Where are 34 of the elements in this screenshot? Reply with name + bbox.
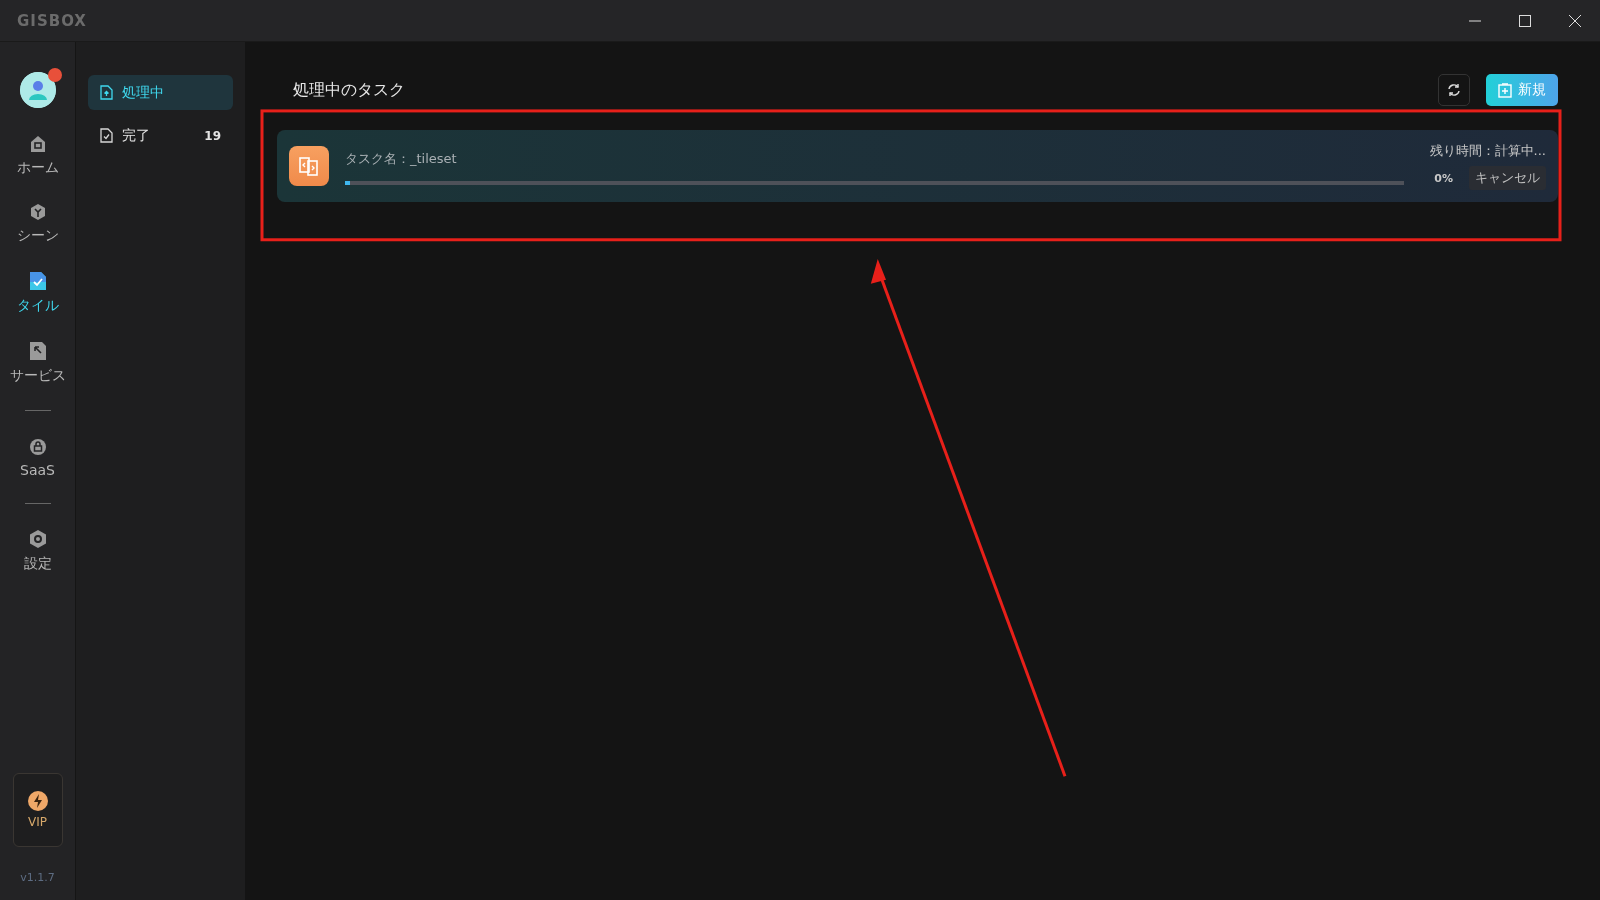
page-title: 処理中のタスク <box>293 79 406 101</box>
nav-item[interactable]: ホーム <box>0 124 76 188</box>
task-icon <box>289 146 329 186</box>
app-logo: GISBOX <box>17 11 88 30</box>
nav-item[interactable]: タイル <box>0 260 76 326</box>
progress-percent: 0% <box>1434 171 1453 185</box>
close-icon <box>1569 14 1581 27</box>
maximize-icon <box>1519 14 1531 27</box>
arrow-document-icon <box>28 341 47 361</box>
vip-button[interactable]: VIP <box>12 773 63 847</box>
nav-item[interactable]: SaaS <box>0 425 76 489</box>
nav-item[interactable]: 設定 <box>0 518 76 584</box>
cancel-button[interactable]: キャンセル <box>1469 166 1546 190</box>
nav-item[interactable]: サービス <box>0 330 76 396</box>
add-file-icon <box>1498 82 1512 98</box>
file-check-icon <box>100 128 113 143</box>
document-check-icon <box>28 271 47 291</box>
sidebar-item[interactable]: 処理中 <box>88 75 233 110</box>
refresh-button[interactable] <box>1438 74 1470 106</box>
task-name: タスク名：_tileset <box>345 149 458 168</box>
version-label: v1.1.7 <box>20 871 55 884</box>
sidebar-item[interactable]: 完了 19 <box>88 118 233 153</box>
cube-icon <box>28 203 47 221</box>
avatar[interactable] <box>19 72 56 108</box>
home-icon <box>28 135 47 153</box>
lock-icon <box>27 436 48 456</box>
nav-item[interactable]: シーン <box>0 192 76 256</box>
refresh-icon <box>1446 82 1462 98</box>
remaining-time: 残り時間：計算中... <box>1429 142 1546 160</box>
upload-file-icon <box>100 85 113 100</box>
notification-badge <box>47 68 62 82</box>
count-label: 19 <box>204 128 221 143</box>
lightning-icon <box>27 791 48 811</box>
settings-icon <box>27 529 48 549</box>
